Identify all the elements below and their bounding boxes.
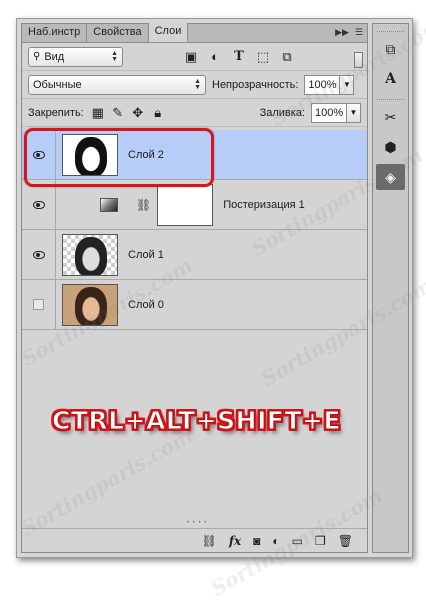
visibility-toggle[interactable]: [22, 280, 56, 329]
visibility-toggle[interactable]: [22, 180, 56, 229]
new-adjustment-icon[interactable]: ◐: [272, 534, 279, 548]
3d-icon[interactable]: ⬢: [376, 134, 405, 160]
layers-panel: Наб.инстр Свойства Слои ▶▶ ☰ ⚲ Вид ▲ ▼ ▣ …: [21, 23, 368, 553]
fill-dropdown[interactable]: ▼: [347, 102, 361, 123]
layer-row-sloy-1[interactable]: Слой 1: [22, 230, 367, 280]
right-dock: ⧉ A ✂ ⬢ ◈: [372, 23, 409, 553]
link-layers-icon[interactable]: ⛓: [202, 534, 217, 548]
type-filter-icon[interactable]: T: [231, 49, 247, 65]
filter-toggle[interactable]: [354, 52, 363, 68]
layers-list: Слой 2 ⛓ Постеризация 1 Слой 1 Слой 0: [22, 130, 367, 330]
eye-icon: [32, 150, 45, 159]
search-icon: ⚲: [33, 51, 41, 62]
lock-brush-icon[interactable]: ✎: [110, 105, 126, 121]
fill-label: Заливка:: [259, 106, 305, 119]
shape-filter-icon[interactable]: ⬚: [255, 49, 271, 65]
clone-source-icon[interactable]: ⧉: [376, 36, 405, 62]
dock-grip[interactable]: [377, 26, 404, 32]
hidden-visibility-box: [33, 299, 44, 310]
layers-toolbar: ⛓ fx ◙ ◐ ▭ ❐ 🗑︎: [22, 528, 367, 552]
layers-window: Наб.инстр Свойства Слои ▶▶ ☰ ⚲ Вид ▲ ▼ ▣ …: [16, 18, 413, 558]
dock-grip[interactable]: [377, 94, 404, 100]
panel-tabs: Наб.инстр Свойства Слои ▶▶ ☰: [22, 23, 367, 43]
new-group-icon[interactable]: ▭: [292, 534, 303, 548]
fill-input[interactable]: 100%: [311, 102, 347, 123]
tab-tool-presets[interactable]: Наб.инстр: [22, 24, 88, 42]
filter-kind-select[interactable]: ⚲ Вид ▲ ▼: [28, 46, 123, 67]
fx-icon[interactable]: fx: [229, 534, 241, 548]
tools-icon[interactable]: ✂: [376, 104, 405, 130]
tab-properties[interactable]: Свойства: [87, 24, 149, 42]
adjustment-filter-icon[interactable]: ◐: [207, 49, 223, 65]
layer-name: Слой 0: [128, 298, 164, 311]
adjustment-layer-icon: [100, 197, 118, 212]
new-layer-icon[interactable]: ❐: [315, 534, 326, 548]
layer-name: Слой 2: [128, 148, 164, 161]
visibility-toggle[interactable]: [22, 130, 56, 179]
filter-kind-label: Вид: [44, 50, 65, 63]
lock-all-icon[interactable]: 🔒︎: [150, 105, 166, 121]
opacity-dropdown[interactable]: ▼: [340, 74, 355, 95]
layer-name: Постеризация 1: [223, 198, 305, 211]
eye-icon: [32, 200, 45, 209]
updown-icon: ▲ ▼: [194, 77, 201, 91]
layer-thumbnail: [62, 133, 118, 176]
blend-mode-select[interactable]: Обычные ▲ ▼: [28, 74, 206, 95]
updown-icon: ▲ ▼: [111, 49, 118, 63]
lock-move-icon[interactable]: ✥: [130, 105, 146, 121]
layer-row-sloy-0[interactable]: Слой 0: [22, 280, 367, 330]
lock-row: Закрепить: ▦ ✎ ✥ 🔒︎ Заливка: 100% ▼: [22, 99, 367, 127]
menu-icon[interactable]: ☰: [355, 27, 363, 38]
image-filter-icon[interactable]: ▣: [183, 49, 199, 65]
opacity-label: Непрозрачность:: [212, 78, 299, 91]
layer-name: Слой 1: [128, 248, 164, 261]
filter-row: ⚲ Вид ▲ ▼ ▣ ◐ T ⬚ ⧉: [22, 43, 367, 71]
blend-row: Обычные ▲ ▼ Непрозрачность: 100% ▼: [22, 71, 367, 99]
layer-thumbnail: [62, 283, 118, 326]
layer-mask-thumbnail: [157, 183, 214, 226]
panel-menu[interactable]: ▶▶ ☰: [335, 27, 363, 38]
lock-transparent-icon[interactable]: ▦: [90, 105, 106, 121]
layer-thumbnail: [62, 233, 118, 276]
layer-row-sloy-2[interactable]: Слой 2: [22, 130, 367, 180]
resize-grip[interactable]: • • • •: [187, 520, 207, 526]
add-mask-icon[interactable]: ◙: [253, 534, 260, 548]
eye-icon: [32, 250, 45, 259]
link-icon[interactable]: ⛓: [136, 198, 151, 212]
layers-panel-icon[interactable]: ◈: [376, 164, 405, 190]
collapse-icon[interactable]: ▶▶: [335, 27, 349, 38]
visibility-toggle[interactable]: [22, 230, 56, 279]
opacity-input[interactable]: 100%: [304, 74, 341, 95]
lock-label: Закрепить:: [28, 106, 84, 119]
character-icon[interactable]: A: [376, 66, 405, 92]
delete-layer-icon[interactable]: 🗑︎: [338, 534, 353, 548]
smart-object-filter-icon[interactable]: ⧉: [279, 49, 295, 65]
shortcut-caption: CTRL+ALT+SHIFT+E: [51, 406, 342, 436]
layer-row-posterize[interactable]: ⛓ Постеризация 1: [22, 180, 367, 230]
tab-layers[interactable]: Слои: [148, 23, 189, 42]
blend-mode-label: Обычные: [33, 78, 82, 91]
